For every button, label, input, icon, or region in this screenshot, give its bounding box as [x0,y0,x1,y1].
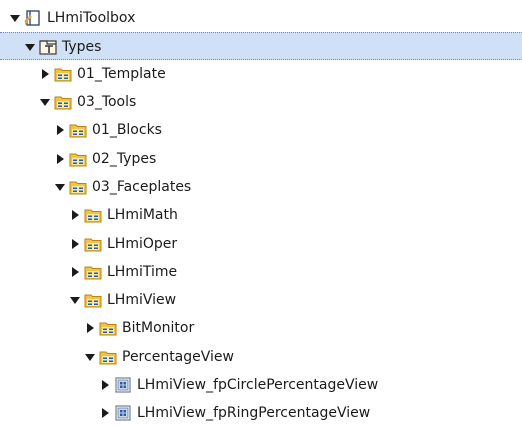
tree-item[interactable]: LHmiView_fpCirclePercentageView [0,371,522,399]
tree-item[interactable]: 03_Tools [0,88,522,116]
folder-icon [69,121,87,139]
tree-item-label: LHmiMath [107,207,178,223]
folder-icon [69,150,87,168]
folder-icon [99,319,117,337]
tree-item-label: 01_Blocks [92,122,162,138]
faceplate-type-icon [114,404,132,422]
caret-right-icon[interactable] [57,125,64,135]
tree-item-label: LHmiOper [107,236,178,252]
tree-item[interactable]: LHmiTime [0,258,522,286]
folder-icon [69,178,87,196]
types-folder-icon [39,38,57,56]
caret-right-icon[interactable] [102,408,109,418]
caret-right-icon[interactable] [57,154,64,164]
caret-right-icon[interactable] [72,210,79,220]
tree-item[interactable]: 01_Template [0,60,522,88]
caret-right-icon[interactable] [72,267,79,277]
tree-item[interactable]: 03_Faceplates [0,173,522,201]
folder-icon [54,65,72,83]
tree-item-label: Types [62,39,102,55]
tree-item-label: 03_Faceplates [92,179,192,195]
tree-item-label: LHmiTime [107,264,178,280]
tree-item[interactable]: PercentageView [0,343,522,371]
tree-item[interactable]: LHmiView_fpRingPercentageView [0,399,522,427]
tree-item[interactable]: LHmiMath [0,201,522,229]
tree-item-label: LHmiView_fpRingPercentageView [137,405,371,421]
tree-item[interactable]: BitMonitor [0,314,522,342]
tree-item[interactable]: LHmiOper [0,230,522,258]
caret-right-icon[interactable] [42,69,49,79]
tree-item-label: LHmiToolbox [47,10,136,26]
tree-item-label: 01_Template [77,66,166,82]
tree-item-label: BitMonitor [122,320,195,336]
caret-right-icon[interactable] [102,380,109,390]
caret-right-icon[interactable] [72,239,79,249]
tree-item[interactable]: Types [0,32,522,60]
folder-icon [84,235,102,253]
tree-item[interactable]: LHmiToolbox [0,4,522,32]
folder-icon [54,93,72,111]
tree-item-label: PercentageView [122,349,234,365]
tree-item-label: LHmiView [107,292,177,308]
caret-right-icon[interactable] [87,323,94,333]
folder-icon [84,263,102,281]
tree-item[interactable]: LHmiView [0,286,522,314]
folder-icon [99,348,117,366]
caret-down-icon[interactable] [10,15,20,22]
tree-item[interactable]: 01_Blocks [0,116,522,144]
tree-item-label: 03_Tools [77,94,137,110]
caret-down-icon[interactable] [70,297,80,304]
caret-down-icon[interactable] [85,354,95,361]
folder-icon [84,206,102,224]
caret-down-icon[interactable] [55,184,65,191]
caret-down-icon[interactable] [40,99,50,106]
tree-item[interactable]: 02_Types [0,145,522,173]
tree-item-label: LHmiView_fpCirclePercentageView [137,377,379,393]
tree-item-label: 02_Types [92,151,157,167]
folder-icon [84,291,102,309]
caret-down-icon[interactable] [25,44,35,51]
faceplate-type-icon [114,376,132,394]
library-icon [24,9,42,27]
